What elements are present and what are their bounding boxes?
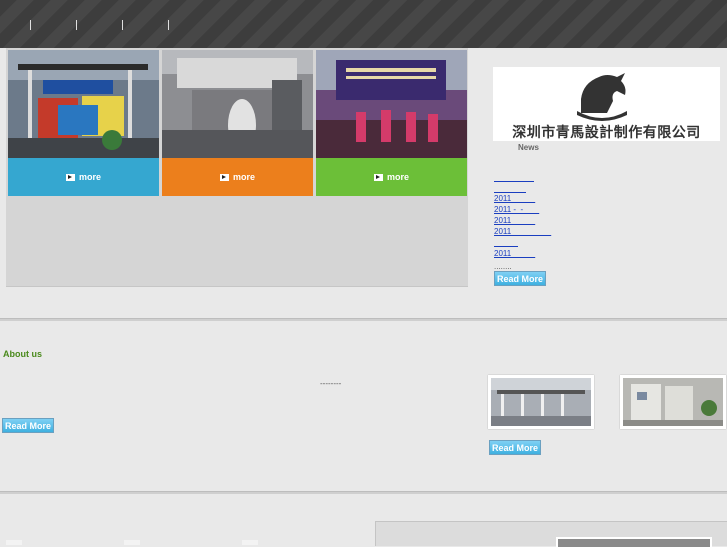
stage-ceremony-image — [316, 50, 467, 158]
gallery-read-more-button[interactable]: Read More — [489, 440, 541, 455]
about-us-dashes: -------- — [320, 379, 342, 388]
exhibition-stand-image — [162, 50, 313, 158]
exhibition-photo-2[interactable] — [162, 50, 313, 158]
news-item[interactable]: 2011 — [494, 248, 535, 259]
arrow-right-icon — [219, 173, 229, 181]
footer-item — [6, 540, 22, 545]
tile-2-more-bar[interactable]: more — [162, 158, 313, 196]
company-name: 深圳市青馬設計制作有限公司 — [512, 125, 701, 141]
news-item[interactable]: 2011 - - — [494, 204, 539, 215]
news-item[interactable] — [494, 237, 518, 248]
featured-panel: more more more — [6, 48, 468, 287]
news-ellipsis: ........ — [494, 262, 512, 271]
bottom-thumb[interactable] — [556, 537, 712, 547]
news-item[interactable]: 2011 — [494, 215, 535, 226]
tile-1-more-bar[interactable]: more — [8, 158, 159, 196]
nav-separator — [30, 20, 31, 30]
horse-emblem-icon — [577, 73, 627, 121]
about-us-heading: About us — [3, 349, 42, 359]
gallery-thumb-2[interactable] — [620, 375, 726, 429]
tile-more-label[interactable]: more — [79, 172, 101, 182]
nav-separator — [76, 20, 77, 30]
top-navigation-bar — [0, 0, 727, 48]
exhibition-booth-image — [8, 50, 159, 158]
arrow-right-icon — [373, 173, 383, 181]
ceremony-photo[interactable] — [316, 50, 467, 158]
news-item[interactable]: 2011 — [494, 226, 551, 237]
news-heading: News — [518, 143, 539, 152]
arrow-right-icon — [65, 173, 75, 181]
featured-tile-1[interactable]: more — [8, 50, 159, 196]
section-divider — [0, 318, 727, 321]
tile-3-more-bar[interactable]: more — [316, 158, 467, 196]
footer-item — [242, 540, 258, 545]
about-read-more-button[interactable]: Read More — [2, 418, 54, 433]
tile-more-label[interactable]: more — [233, 172, 255, 182]
news-item[interactable] — [494, 172, 534, 183]
company-logo[interactable]: 深圳市青馬設計制作有限公司 — [493, 67, 720, 141]
exhibition-photo-1[interactable] — [8, 50, 159, 158]
news-read-more-button[interactable]: Read More — [494, 271, 546, 286]
exhibition-hall-image — [491, 378, 591, 426]
featured-tile-3[interactable]: more — [316, 50, 467, 196]
nav-separator — [168, 20, 169, 30]
nav-separator — [122, 20, 123, 30]
section-divider — [0, 491, 727, 494]
featured-tile-2[interactable]: more — [162, 50, 313, 196]
news-item[interactable]: 2011 — [494, 193, 535, 204]
gallery-thumb-1[interactable] — [488, 375, 594, 429]
footer-item — [124, 540, 140, 545]
booth-panels-image — [623, 378, 723, 426]
tile-more-label[interactable]: more — [387, 172, 409, 182]
